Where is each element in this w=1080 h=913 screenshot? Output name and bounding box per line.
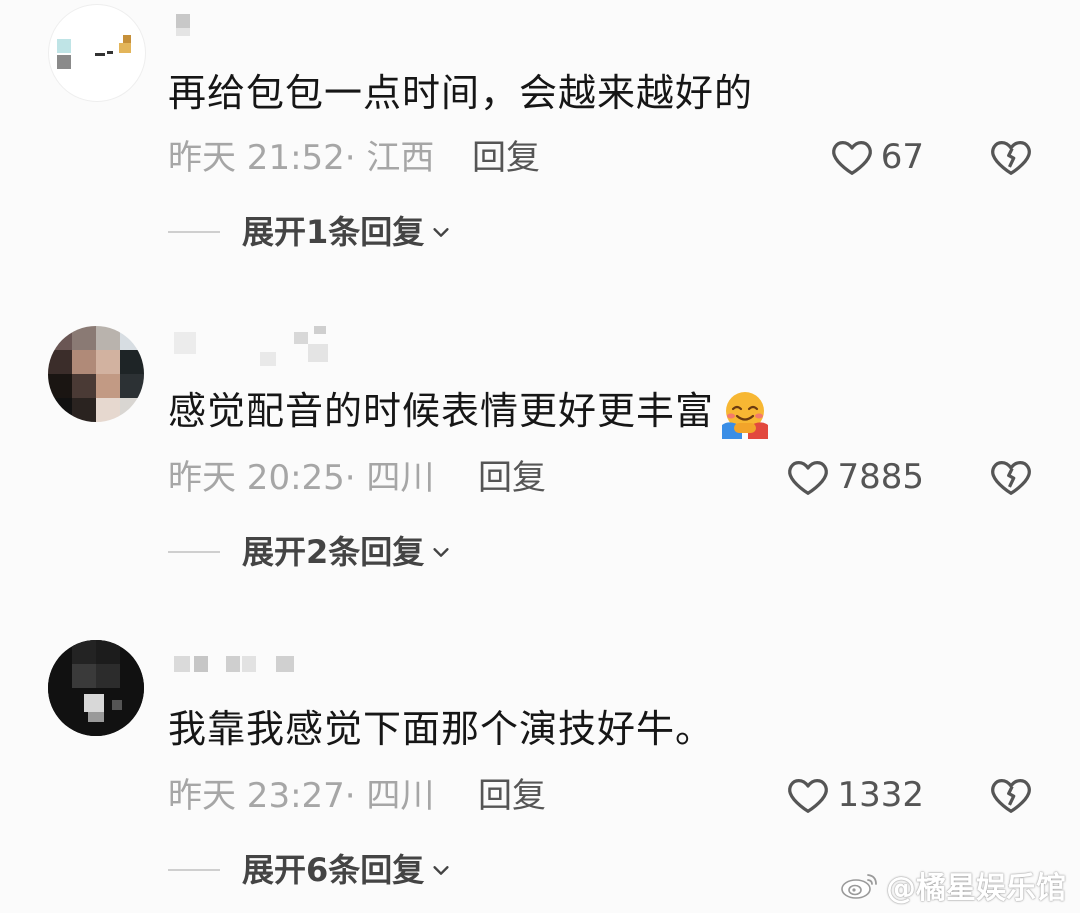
reply-button[interactable]: 回复	[472, 138, 540, 178]
broken-heart-icon	[991, 460, 1031, 495]
reply-button[interactable]: 回复	[478, 776, 546, 816]
divider	[168, 231, 220, 233]
expand-replies-button[interactable]: 展开6条回复	[168, 850, 452, 890]
heart-outline-icon	[788, 778, 829, 813]
hugging-face-emoji	[722, 391, 769, 439]
dislike-button[interactable]	[988, 134, 1034, 180]
chevron-down-icon	[433, 548, 449, 557]
reply-button[interactable]: 回复	[478, 458, 546, 498]
divider	[168, 551, 220, 553]
avatar[interactable]	[48, 4, 146, 102]
like-count: 7885	[837, 457, 924, 497]
like-count: 67	[880, 137, 924, 177]
broken-heart-icon	[991, 140, 1031, 175]
heart-outline-icon	[788, 460, 829, 495]
expand-replies-label: 展开2条回复	[242, 533, 425, 571]
dislike-button[interactable]	[988, 772, 1034, 818]
chevron-down-icon	[433, 866, 449, 875]
watermark-text: @橘星娱乐馆	[886, 871, 1066, 906]
comment-list: 再给包包一点时间，会越来越好的 昨天 21:52· 江西 回复 67 展开1条回…	[0, 0, 1080, 913]
expand-replies-button[interactable]: 展开2条回复	[168, 532, 452, 572]
comment-text: 再给包包一点时间，会越来越好的	[168, 71, 754, 115]
comment-meta: 昨天 21:52· 江西	[168, 138, 435, 178]
dislike-button[interactable]	[988, 454, 1034, 500]
comment-text: 我靠我感觉下面那个演技好牛。	[168, 707, 715, 751]
expand-replies-button[interactable]: 展开1条回复	[168, 212, 452, 252]
broken-heart-icon	[991, 778, 1031, 813]
weibo-logo-icon	[841, 874, 877, 899]
heart-outline-icon	[831, 140, 872, 175]
like-button[interactable]: 7885	[785, 454, 924, 500]
like-button[interactable]: 1332	[785, 772, 924, 818]
avatar[interactable]	[48, 640, 144, 736]
comment-meta: 昨天 20:25· 四川	[168, 458, 435, 498]
divider	[168, 869, 220, 871]
watermark: @橘星娱乐馆	[840, 863, 1066, 907]
chevron-down-icon	[433, 228, 449, 237]
expand-replies-label: 展开1条回复	[242, 213, 425, 251]
expand-replies-label: 展开6条回复	[242, 851, 425, 889]
comment-text: 感觉配音的时候表情更好更丰富	[168, 388, 770, 439]
comment-text-body: 感觉配音的时候表情更好更丰富	[168, 389, 715, 433]
comment-meta: 昨天 23:27· 四川	[168, 776, 435, 816]
avatar[interactable]	[48, 326, 144, 422]
like-button[interactable]: 67	[829, 134, 924, 180]
like-count: 1332	[837, 775, 924, 815]
